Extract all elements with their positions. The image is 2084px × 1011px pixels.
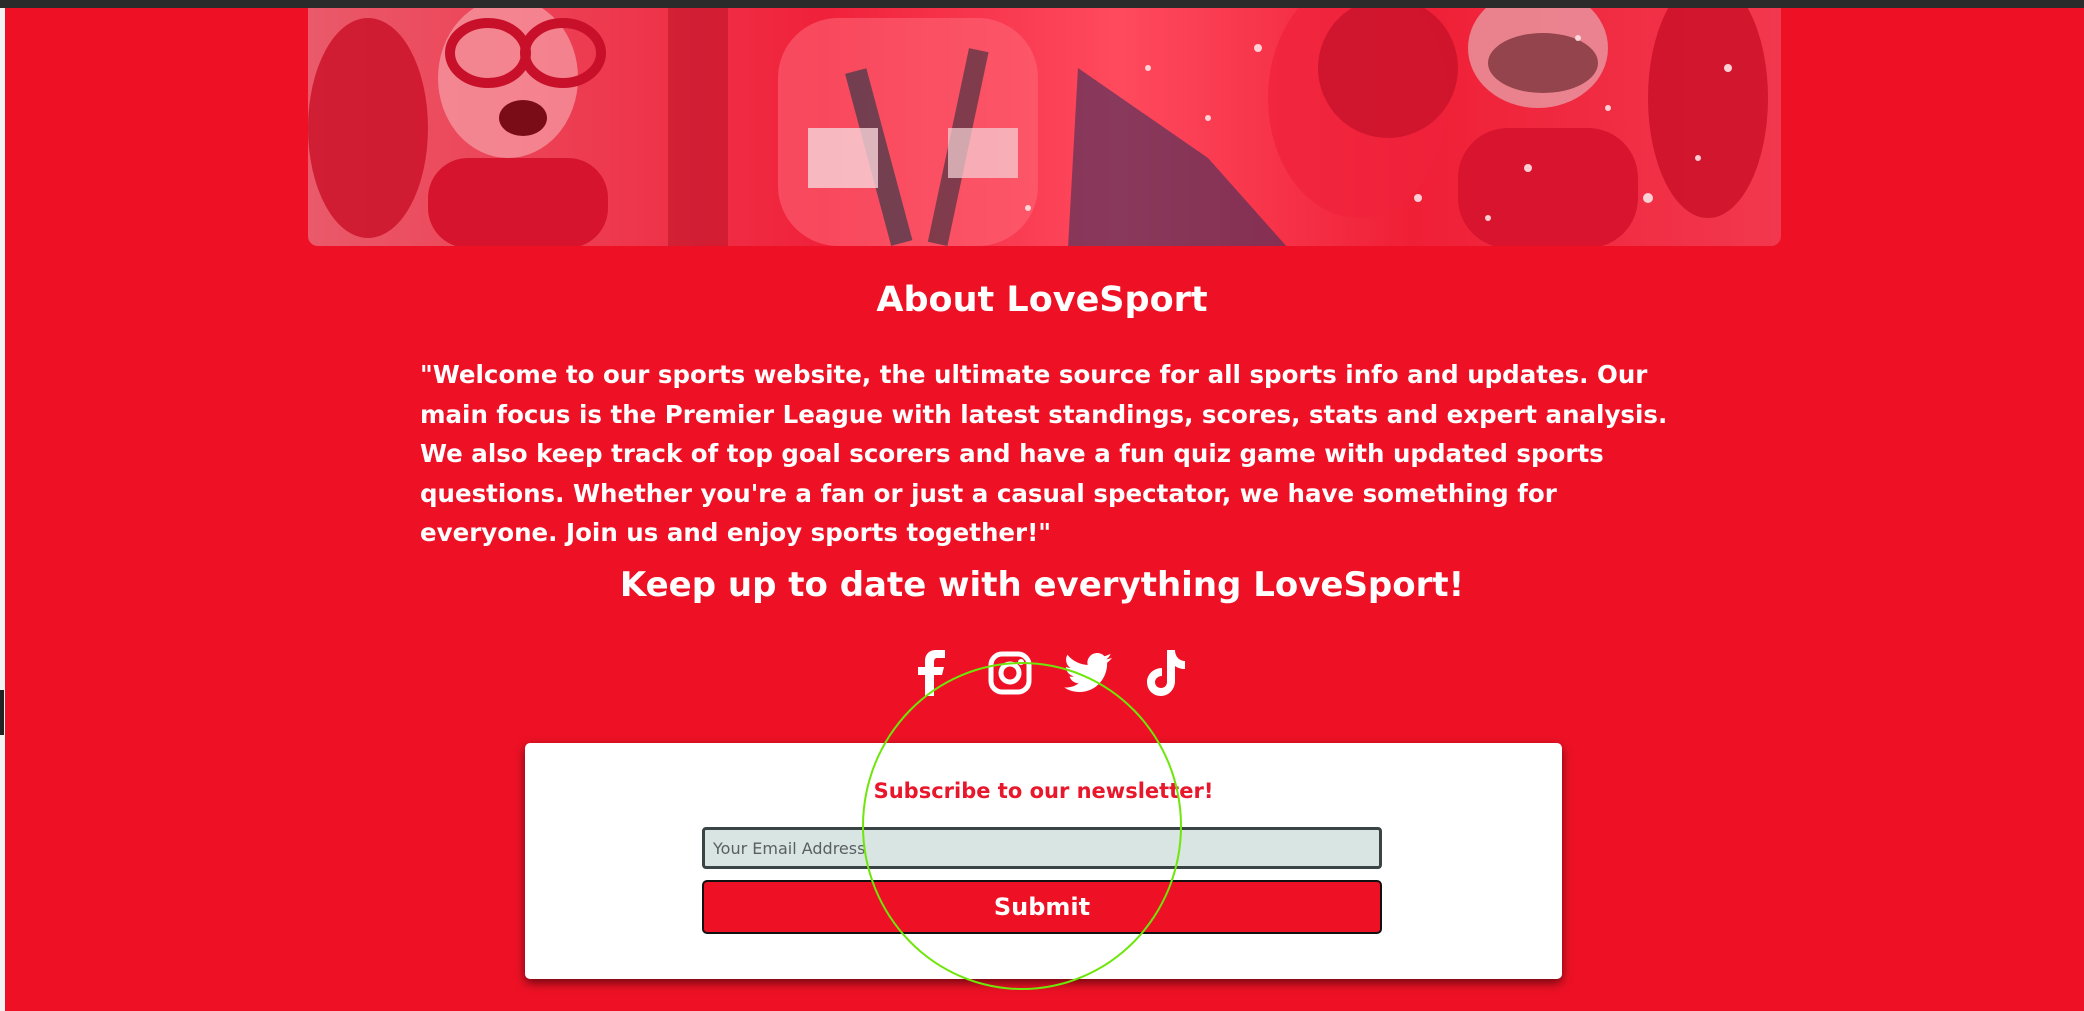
about-description: "Welcome to our sports website, the ulti… [420, 360, 1668, 547]
tiktok-icon[interactable] [1139, 646, 1193, 700]
newsletter-card: Subscribe to our newsletter! Submit [525, 743, 1562, 979]
about-title: About LoveSport [876, 280, 1208, 320]
hero-image [308, 8, 1781, 246]
social-links [905, 645, 1193, 701]
facebook-icon[interactable] [905, 646, 959, 700]
email-field[interactable] [702, 827, 1382, 869]
instagram-icon[interactable] [983, 646, 1037, 700]
window-edge [0, 8, 5, 1011]
submit-button[interactable]: Submit [702, 880, 1382, 934]
newsletter-title: Subscribe to our newsletter! [873, 779, 1214, 803]
browser-top-bar [0, 0, 2084, 8]
social-heading: Keep up to date with everything LoveSpor… [619, 565, 1465, 605]
twitter-icon[interactable] [1061, 646, 1115, 700]
window-edge-marker [0, 690, 4, 735]
